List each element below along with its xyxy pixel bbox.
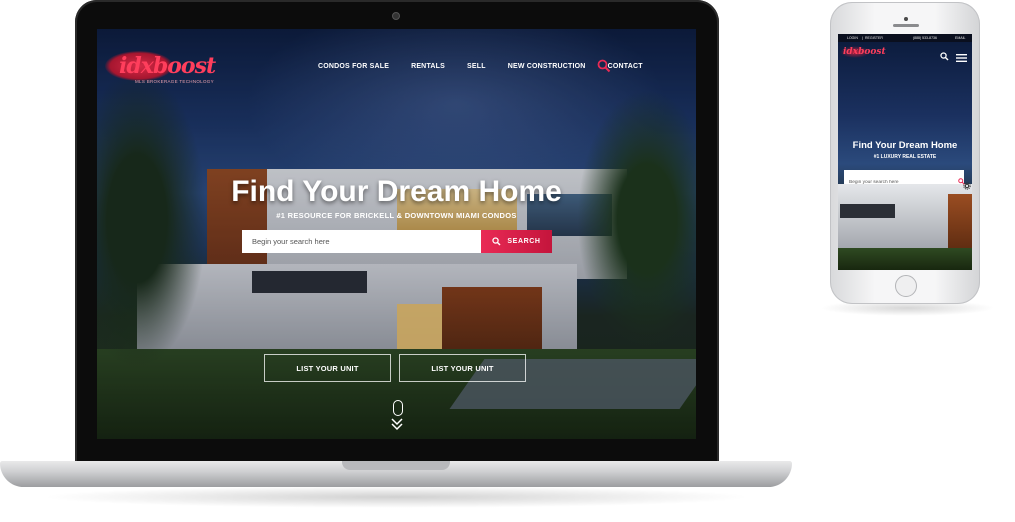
phone-speaker — [893, 24, 919, 27]
main-nav: CONDOS FOR SALE RENTALS SELL NEW CONSTRU… — [318, 63, 665, 70]
nav-item-sell[interactable]: SELL — [467, 63, 486, 70]
hero-subtitle: #1 RESOURCE FOR BRICKELL & DOWNTOWN MIAM… — [276, 211, 517, 220]
phone-login-link[interactable]: LOGIN — [847, 36, 858, 40]
logo-text: idxboost — [119, 53, 216, 79]
phone-camera — [904, 17, 908, 21]
phone-lawn — [838, 248, 972, 270]
search-icon — [492, 237, 501, 246]
hero-search-input[interactable] — [242, 230, 478, 253]
phone-screen: LOGIN | REGISTER (888) 533-8736 EMAIL id… — [838, 34, 972, 270]
phone-number[interactable]: (888) 533-8736 — [913, 36, 937, 40]
phone-hero-subtitle: #1 LUXURY REAL ESTATE — [873, 154, 937, 160]
list-your-unit-button-2[interactable]: LIST YOUR UNIT — [399, 354, 526, 382]
gear-icon[interactable] — [963, 177, 971, 190]
search-icon[interactable] — [940, 48, 949, 61]
nav-item-condos-for-sale[interactable]: CONDOS FOR SALE — [318, 63, 389, 70]
laptop-notch — [342, 461, 450, 470]
search-button-label: SEARCH — [507, 238, 541, 245]
phone-register-link[interactable]: REGISTER — [865, 36, 883, 40]
hero-search-button[interactable]: SEARCH — [481, 230, 552, 253]
mouse-scroll-icon[interactable] — [393, 400, 403, 416]
hero-title: Find Your Dream Home — [231, 175, 562, 208]
phone-topbar-separator: | — [862, 35, 863, 40]
list-your-unit-button[interactable]: LIST YOUR UNIT — [264, 354, 391, 382]
search-icon[interactable] — [597, 59, 611, 73]
phone-search-box — [844, 170, 965, 190]
nav-item-new-construction[interactable]: NEW CONSTRUCTION — [508, 63, 586, 70]
phone-house-wood-panel — [948, 194, 972, 254]
phone-hero-title: Find Your Dream Home — [852, 140, 958, 151]
laptop-camera — [392, 12, 400, 20]
logo-tagline: MLS BROKERAGE TECHNOLOGY — [135, 79, 214, 84]
nav-item-rentals[interactable]: RENTALS — [411, 63, 445, 70]
phone-site-logo[interactable]: idxboost — [843, 47, 886, 57]
phone-house-dark-band — [840, 204, 895, 218]
phone-top-bar — [838, 34, 972, 42]
hamburger-menu-icon[interactable] — [956, 49, 967, 62]
phone-email-link[interactable]: EMAIL — [955, 36, 966, 40]
laptop-shadow — [40, 486, 752, 508]
laptop-screen: idxboost MLS BROKERAGE TECHNOLOGY CONDOS… — [97, 29, 696, 439]
chevron-down-icon[interactable] — [389, 416, 405, 432]
hero-search-box — [242, 230, 482, 253]
nav-item-contact[interactable]: CONTACT — [608, 63, 643, 70]
site-logo[interactable]: idxboost MLS BROKERAGE TECHNOLOGY — [105, 49, 230, 85]
phone-home-button[interactable] — [895, 275, 917, 297]
phone-search-input[interactable] — [844, 175, 954, 190]
